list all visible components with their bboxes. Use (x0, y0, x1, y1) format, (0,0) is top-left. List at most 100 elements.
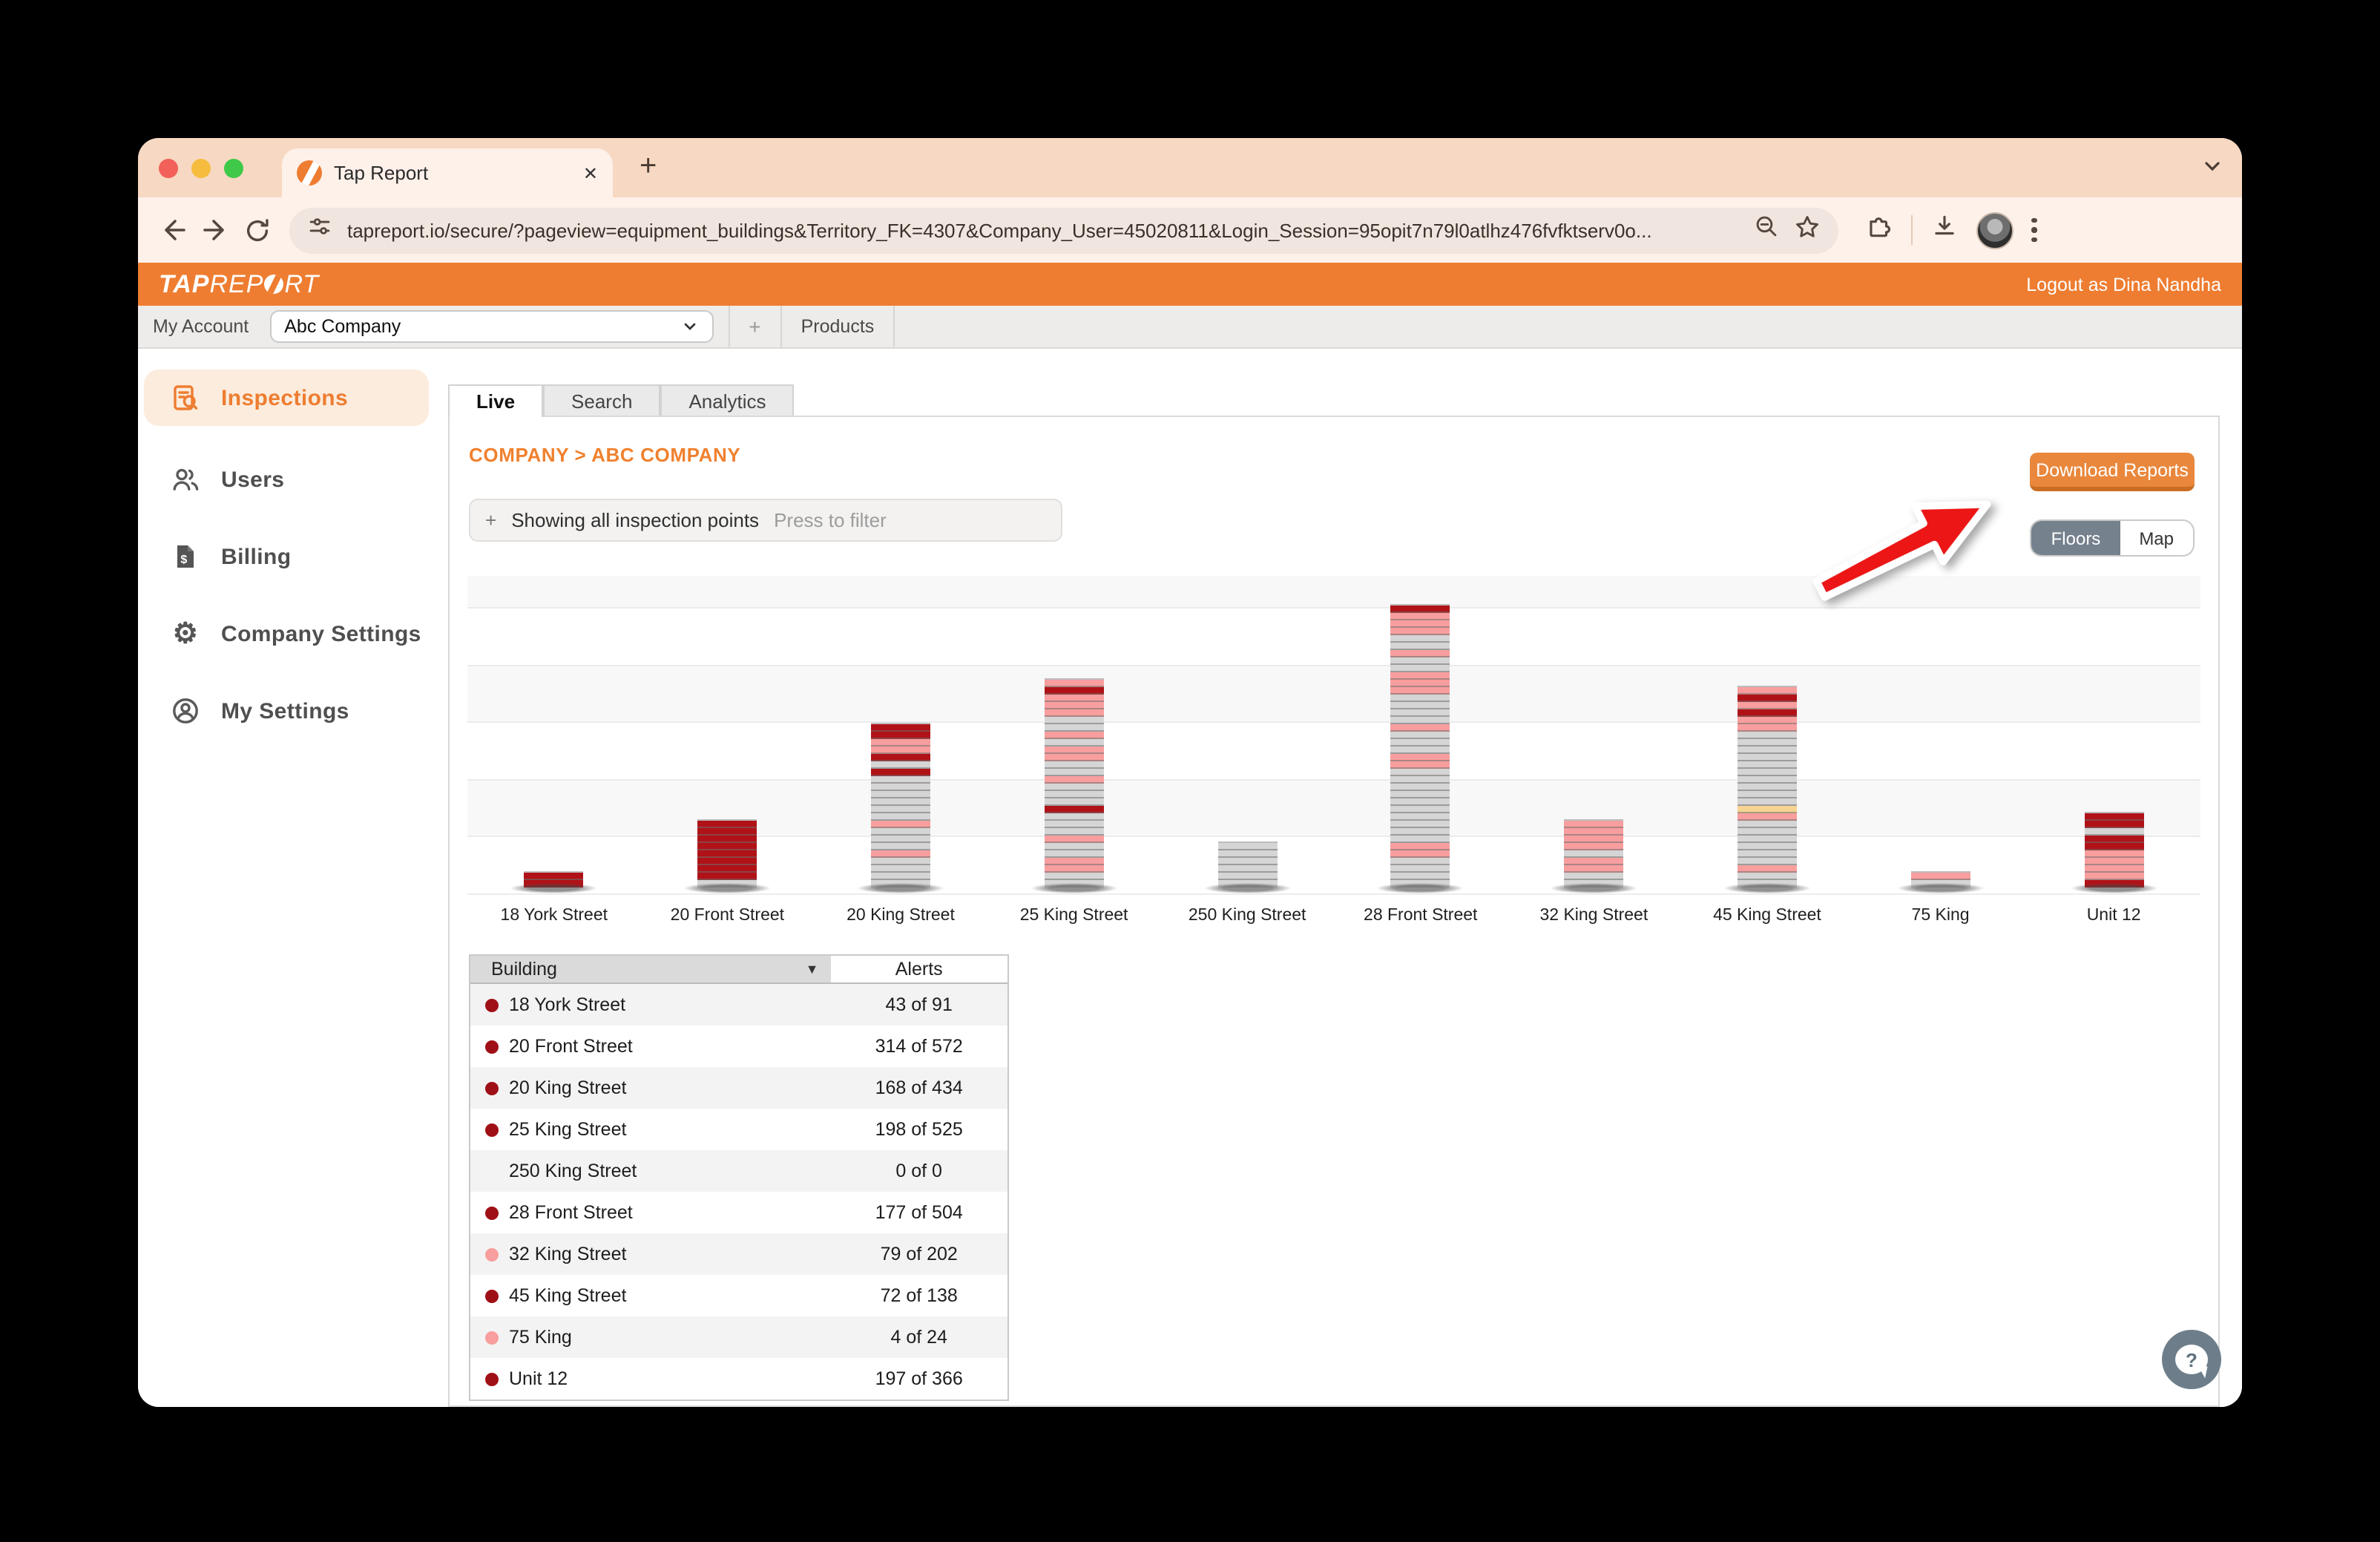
extensions-icon[interactable] (1865, 212, 1893, 248)
products-menu[interactable]: Products (780, 306, 895, 347)
chart-bar[interactable] (1334, 604, 1508, 893)
chart-bar[interactable] (1854, 871, 2028, 893)
downloads-icon[interactable] (1930, 212, 1959, 248)
window-close-button[interactable] (159, 159, 178, 178)
bookmark-star-icon[interactable] (1794, 213, 1821, 247)
floor-segment (1217, 858, 1277, 865)
sidebar-item-billing[interactable]: $ Billing (144, 518, 429, 595)
sidebar-item-inspections[interactable]: Inspections (144, 370, 429, 426)
url-bar[interactable]: tapreport.io/secure/?pageview=equipment_… (289, 207, 1838, 253)
tab-analytics[interactable]: Analytics (660, 384, 794, 416)
tab-close-icon[interactable]: ✕ (583, 163, 598, 183)
window-minimize-button[interactable] (191, 159, 211, 178)
floors-map-toggle: Floors Map (2031, 519, 2195, 557)
column-header-alerts[interactable]: Alerts (830, 956, 1007, 982)
table-row[interactable]: Unit 12197 of 366 (470, 1358, 1007, 1400)
floor-segment (2084, 836, 2143, 843)
floor-segment (871, 843, 930, 850)
building-bar[interactable] (697, 819, 757, 888)
building-bar[interactable] (1564, 819, 1623, 888)
back-icon[interactable] (153, 209, 194, 251)
inspection-filter-bar[interactable]: + Showing all inspection points Press to… (469, 499, 1062, 542)
alert-status-dot (485, 998, 499, 1011)
chart-bar[interactable] (814, 723, 987, 893)
site-settings-icon[interactable] (307, 214, 332, 246)
floor-segment (1045, 761, 1104, 769)
column-header-building[interactable]: Building ▼ (470, 956, 830, 982)
floor-segment (1045, 784, 1104, 791)
alerts-count: 43 of 91 (830, 994, 1007, 1015)
alerts-table: Building ▼ Alerts 18 York Street43 of 91… (469, 954, 1009, 1401)
floor-segment (1045, 754, 1104, 761)
url-text[interactable]: tapreport.io/secure/?pageview=equipment_… (347, 219, 1739, 241)
chart-bar[interactable] (987, 678, 1161, 893)
download-reports-button[interactable]: Download Reports (2030, 453, 2195, 491)
building-name: 28 Front Street (509, 1202, 830, 1223)
new-tab-button[interactable]: + (640, 150, 657, 184)
floor-segment (871, 873, 930, 880)
building-bar[interactable] (1391, 604, 1450, 888)
table-row[interactable]: 28 Front Street177 of 504 (470, 1192, 1007, 1233)
company-select[interactable]: Abc Company (269, 310, 713, 343)
floor-segment (1391, 628, 1450, 635)
table-row[interactable]: 18 York Street43 of 91 (470, 984, 1007, 1026)
browser-menu-icon[interactable] (2031, 218, 2037, 243)
reload-icon[interactable] (236, 209, 277, 251)
toggle-map[interactable]: Map (2120, 521, 2193, 555)
add-company-button[interactable]: + (728, 306, 780, 347)
table-row[interactable]: 250 King Street0 of 0 (470, 1150, 1007, 1192)
floor-segment (871, 850, 930, 858)
zoom-out-icon[interactable] (1754, 214, 1779, 246)
window-zoom-button[interactable] (224, 159, 243, 178)
table-row[interactable]: 20 Front Street314 of 572 (470, 1026, 1007, 1067)
profile-avatar[interactable] (1976, 211, 2014, 249)
alerts-count: 0 of 0 (830, 1161, 1007, 1181)
x-axis-label: 20 King Street (814, 907, 987, 925)
tab-search-chevron-icon[interactable] (2200, 154, 2224, 186)
chart-bar[interactable] (641, 819, 815, 893)
chart-bar[interactable] (1508, 819, 1681, 893)
floor-segment (1391, 858, 1450, 865)
floor-segment (1738, 687, 1797, 695)
chevron-down-icon (680, 318, 698, 335)
building-bar[interactable] (1217, 841, 1277, 888)
floor-segment (1045, 813, 1104, 821)
sidebar-item-company-settings[interactable]: ⚙ Company Settings (144, 595, 429, 672)
table-row[interactable]: 32 King Street79 of 202 (470, 1233, 1007, 1275)
tab-search[interactable]: Search (543, 384, 660, 416)
sidebar-item-users[interactable]: Users (144, 441, 429, 518)
table-row[interactable]: 45 King Street72 of 138 (470, 1275, 1007, 1316)
floor-segment (1391, 806, 1450, 813)
building-bar[interactable] (1045, 678, 1104, 888)
toggle-floors[interactable]: Floors (2032, 521, 2120, 555)
forward-icon[interactable] (194, 209, 236, 251)
floor-segment (1391, 724, 1450, 732)
filter-label: Showing all inspection points (511, 509, 759, 531)
floor-segment (525, 873, 584, 880)
chart-bar[interactable] (2027, 812, 2200, 893)
filter-plus-icon: + (485, 509, 496, 531)
building-bar[interactable] (871, 723, 930, 888)
floor-segment (871, 732, 930, 739)
chart-bar[interactable] (467, 871, 641, 893)
floor-segment (1391, 865, 1450, 873)
building-bar[interactable] (2084, 812, 2143, 888)
chart-bar[interactable] (1680, 686, 1854, 893)
floor-segment (871, 798, 930, 806)
table-row[interactable]: 20 King Street168 of 434 (470, 1067, 1007, 1109)
help-button[interactable]: ? (2162, 1330, 2221, 1389)
table-row[interactable]: 25 King Street198 of 525 (470, 1109, 1007, 1150)
tab-live[interactable]: Live (448, 384, 543, 417)
logout-link[interactable]: Logout as Dina Nandha (2026, 274, 2221, 295)
main-panel: Live Search Analytics COMPANY > ABC COMP… (448, 384, 2220, 1407)
table-row[interactable]: 75 King4 of 24 (470, 1316, 1007, 1358)
floor-segment (871, 858, 930, 865)
floor-segment (1045, 865, 1104, 873)
floor-segment (871, 784, 930, 791)
building-bar[interactable] (1738, 686, 1797, 888)
chart-bar[interactable] (1160, 841, 1334, 893)
sort-desc-icon[interactable]: ▼ (806, 962, 819, 977)
browser-tab[interactable]: Tap Report ✕ (282, 148, 613, 197)
floor-segment (2084, 865, 2143, 873)
sidebar-item-my-settings[interactable]: My Settings (144, 672, 429, 749)
